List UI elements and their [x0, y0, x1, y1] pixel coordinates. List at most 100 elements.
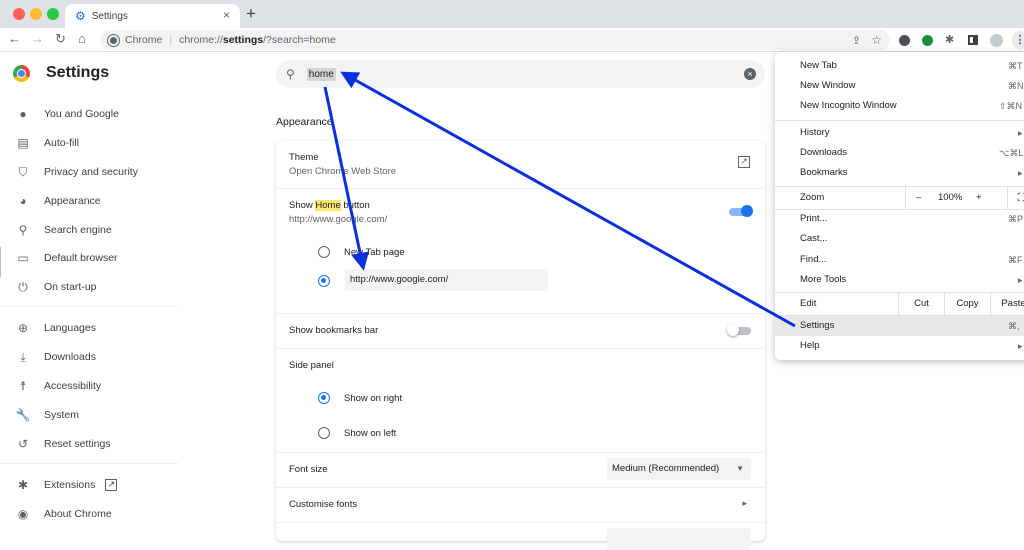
address-bar[interactable]: Chrome | chrome://settings/?search=home … — [100, 30, 890, 50]
menu-item-settings[interactable]: Settings ⌘, — [775, 316, 1024, 336]
search-query[interactable]: home — [306, 67, 336, 81]
zoom-level: 100% — [938, 192, 963, 203]
tab-close-icon[interactable]: × — [223, 8, 230, 22]
menu-shortcut: ⌘, — [1008, 321, 1020, 331]
menu-item-print[interactable]: Print... ⌘P — [775, 209, 1024, 229]
sidebar-item-label: About Chrome — [44, 508, 112, 520]
share-icon[interactable]: ⇪ — [852, 34, 861, 47]
radio-custom-url[interactable] — [318, 275, 330, 287]
menu-item-cast[interactable]: Cast... — [775, 229, 1024, 249]
radio-new-tab-page[interactable] — [318, 246, 330, 258]
minimize-window-button[interactable] — [30, 8, 42, 20]
zoom-out-button[interactable]: – — [916, 187, 921, 209]
cut-button[interactable]: Cut — [898, 293, 944, 315]
radio-show-on-left[interactable] — [318, 427, 330, 439]
settings-title: Settings — [46, 64, 110, 81]
sidebar-item-you-and-google[interactable]: ● You and Google — [0, 102, 180, 126]
menu-item-bookmarks[interactable]: Bookmarks ▸ — [775, 163, 1024, 183]
copy-button[interactable]: Copy — [944, 293, 990, 315]
radio-show-on-right[interactable] — [318, 392, 330, 404]
page-zoom-select[interactable] — [607, 528, 751, 550]
url-prefix: chrome:// — [179, 34, 223, 46]
maximize-window-button[interactable] — [47, 8, 59, 20]
menu-kebab-icon[interactable]: ⋮ — [1012, 31, 1024, 49]
dropdown-caret-icon: ▼ — [736, 464, 744, 473]
home-icon[interactable]: ⌂ — [78, 31, 86, 46]
side-panel-row: Side panel Show on right Show on left — [276, 348, 765, 452]
sidebar-item-reset-settings[interactable]: ↺ Reset settings — [0, 432, 180, 456]
theme-row[interactable]: Theme Open Chrome Web Store ↗ — [276, 141, 765, 188]
sidebar-item-label: Appearance — [44, 195, 101, 207]
select-value: Medium (Recommended) — [612, 463, 720, 474]
sidebar-item-label: Reset settings — [44, 438, 111, 450]
menu-item-find[interactable]: Find... ⌘F — [775, 250, 1024, 270]
menu-item-new-tab[interactable]: New Tab ⌘T — [775, 56, 1024, 76]
browser-toolbar: ← → ↻ ⌂ Chrome | chrome://settings/?sear… — [0, 28, 1024, 52]
clear-search-icon[interactable]: × — [744, 68, 756, 80]
home-button-toggle[interactable] — [729, 205, 753, 217]
paste-button[interactable]: Paste — [990, 293, 1024, 315]
extension-1-icon[interactable] — [899, 35, 910, 46]
sidebar-item-autofill[interactable]: ▤ Auto-fill — [0, 131, 180, 155]
sidebar-item-privacy[interactable]: ⛉ Privacy and security — [0, 160, 180, 184]
menu-item-more-tools[interactable]: More Tools ▸ — [775, 270, 1024, 290]
menu-item-new-window[interactable]: New Window ⌘N — [775, 76, 1024, 96]
menu-item-new-incognito[interactable]: New Incognito Window ⇧⌘N — [775, 96, 1024, 116]
side-panel-icon[interactable] — [968, 35, 978, 45]
forward-icon[interactable]: → — [31, 31, 44, 46]
back-icon[interactable]: ← — [8, 31, 21, 46]
sidebar-item-search-engine[interactable]: ⚲ Search engine — [0, 218, 180, 242]
fullscreen-button[interactable]: ⛶ — [1007, 187, 1024, 209]
submenu-arrow-icon: ▸ — [1018, 168, 1023, 178]
section-title-appearance: Appearance — [276, 116, 333, 128]
sidebar-item-languages[interactable]: ⊕ Languages — [0, 316, 180, 340]
menu-item-downloads[interactable]: Downloads ⌥⌘L — [775, 143, 1024, 163]
settings-search-field[interactable]: ⚲ home × — [276, 60, 765, 88]
globe-icon: ⊕ — [17, 321, 29, 335]
profile-icon[interactable] — [990, 34, 1003, 47]
bookmarks-bar-toggle[interactable] — [727, 324, 751, 336]
search-icon: ⚲ — [18, 223, 28, 237]
palette-icon: ◕ — [19, 194, 27, 208]
reload-icon[interactable]: ↻ — [55, 31, 66, 47]
menu-label: New Incognito Window — [800, 100, 897, 111]
font-size-select[interactable]: Medium (Recommended) ▼ — [607, 458, 751, 480]
sidebar-item-extensions[interactable]: ✱ Extensions ↗ — [0, 473, 180, 497]
menu-label: Downloads — [800, 147, 847, 158]
sidebar-item-about-chrome[interactable]: ◉ About Chrome — [0, 502, 180, 526]
new-tab-button[interactable]: + — [246, 4, 256, 24]
home-button-label: Show Home button — [289, 200, 370, 211]
home-url-input[interactable]: http://www.google.com/ — [345, 269, 548, 291]
menu-shortcut: ⌥⌘L — [999, 148, 1024, 158]
chrome-main-menu: New Tab ⌘T New Window ⌘N New Incognito Win… — [775, 52, 1024, 360]
sidebar-item-accessibility[interactable]: ☨ Accessibility — [0, 374, 180, 398]
chrome-logo-icon — [13, 65, 30, 82]
fullscreen-icon: ⛶ — [1017, 192, 1024, 204]
bookmark-star-icon[interactable]: ☆ — [871, 33, 882, 47]
radio-label: Show on right — [344, 393, 403, 404]
menu-item-edit: Edit Cut Copy Paste — [775, 293, 1024, 315]
font-size-label: Font size — [289, 464, 328, 475]
sidebar-item-on-startup[interactable]: ⏻ On start-up — [0, 275, 180, 299]
close-window-button[interactable] — [13, 8, 25, 20]
bookmarks-bar-row[interactable]: Show bookmarks bar — [276, 313, 765, 348]
sidebar-item-system[interactable]: 🔧 System — [0, 403, 180, 427]
sidebar-item-default-browser[interactable]: ▭ Default browser — [0, 246, 180, 270]
zoom-in-button[interactable]: + — [976, 187, 982, 209]
open-external-icon[interactable]: ↗ — [738, 156, 750, 168]
accessibility-icon: ☨ — [19, 379, 27, 393]
history-restore-icon: ↺ — [17, 437, 29, 451]
menu-item-help[interactable]: Help ▸ — [775, 336, 1024, 356]
customise-fonts-row[interactable]: Customise fonts ▸ — [276, 487, 765, 522]
sidebar-item-label: Search engine — [44, 224, 112, 236]
menu-item-history[interactable]: History ▸ — [775, 123, 1024, 143]
menu-label: Help — [800, 340, 820, 351]
submenu-arrow-icon: ▸ — [1018, 275, 1023, 285]
toggle-knob — [727, 324, 739, 336]
sidebar-item-appearance[interactable]: ◕ Appearance — [0, 189, 180, 213]
extensions-puzzle-icon[interactable]: ✱ — [945, 33, 954, 46]
tab-settings[interactable]: ⚙ Settings × — [65, 4, 240, 28]
extension-2-icon[interactable] — [922, 35, 933, 46]
sidebar-item-downloads[interactable]: ⤓ Downloads — [0, 345, 180, 369]
menu-label: New Tab — [800, 60, 837, 71]
